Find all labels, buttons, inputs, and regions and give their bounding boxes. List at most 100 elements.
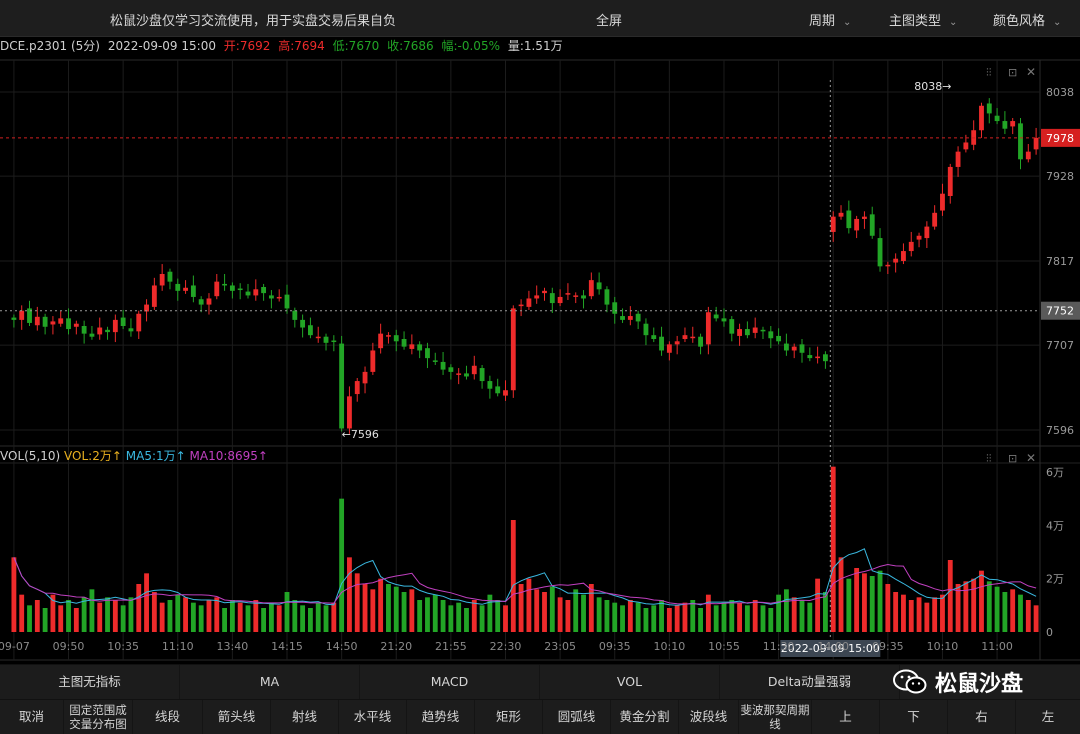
volume-bar — [503, 605, 508, 632]
tool-fib-cycle-button[interactable]: 斐波那契周期线 — [739, 700, 812, 734]
volume-bar — [893, 592, 899, 632]
indicator-delta-button[interactable]: Delta动量强弱 — [720, 665, 900, 699]
volume-bar — [284, 592, 290, 632]
drawing-toolbar: 取消 固定范围成交量分布图 线段 箭头线 射线 水平线 趋势线 矩形 圆弧线 黄… — [0, 699, 1080, 734]
volume-bar — [901, 594, 906, 632]
candle-body — [1025, 151, 1031, 160]
volume-bar — [66, 600, 71, 632]
candle-body — [955, 151, 961, 167]
time-tick-label: 22:30 — [490, 640, 522, 653]
volume-bar — [144, 573, 149, 632]
time-tick-label: 14:15 — [271, 640, 303, 653]
wechat-icon — [893, 669, 927, 694]
candle-body — [362, 371, 368, 384]
tool-volume-profile-button[interactable]: 固定范围成交量分布图 — [64, 700, 133, 734]
volume-bar — [659, 600, 664, 632]
panel-controls[interactable]: ⫶⫶ ⊡ ✕ — [986, 65, 1036, 79]
volume-bar — [128, 597, 134, 632]
candle-body — [932, 212, 938, 227]
candle-body — [401, 339, 407, 347]
chart-overlays: 8038→←7596797877522022-09-09 15:00⫶⫶ ⊡ ✕⫶⫶… — [0, 65, 1080, 660]
volume-bar — [464, 608, 469, 632]
volume-bar — [698, 608, 703, 632]
volume-bar — [1025, 600, 1031, 632]
nav-up-button[interactable]: 上 — [812, 700, 880, 734]
volume-bar — [573, 589, 579, 632]
price-tick-label: 8038 — [1046, 86, 1074, 99]
volume-bar — [198, 605, 204, 632]
volume-bar — [565, 600, 571, 632]
volume-bar — [635, 602, 641, 632]
tool-ray-button[interactable]: 射线 — [271, 700, 339, 734]
candle-body — [245, 291, 251, 296]
time-tick-label: 09:35 — [872, 640, 904, 653]
candle-body — [940, 193, 945, 211]
nav-right-button[interactable]: 右 — [948, 700, 1016, 734]
indicator-none-button[interactable]: 主图无指标 — [0, 665, 180, 699]
volume-bar — [815, 578, 821, 632]
volume-bar — [791, 597, 797, 632]
tool-wave-button[interactable]: 波段线 — [679, 700, 739, 734]
time-tick-label: 14:00 — [817, 640, 849, 653]
candle-body — [237, 288, 243, 291]
volume-bar — [627, 600, 633, 632]
candle-body — [666, 344, 672, 353]
candle-body — [136, 313, 142, 332]
tool-cancel-button[interactable]: 取消 — [0, 700, 64, 734]
candle-body — [112, 319, 118, 333]
volume-bar — [846, 578, 852, 632]
indicator-macd-button[interactable]: MACD — [360, 665, 540, 699]
candle-body — [549, 293, 555, 304]
vol-ma5-line — [13, 548, 1037, 606]
vol-indicator-name: VOL(5,10) — [0, 449, 61, 463]
volume-bar — [339, 498, 345, 632]
tool-arc-button[interactable]: 圆弧线 — [543, 700, 611, 734]
volume-bar — [307, 608, 313, 632]
time-tick-label: 09-07 — [0, 640, 30, 653]
candle-body — [573, 295, 579, 297]
volume-bar — [214, 597, 220, 632]
candle-body — [901, 251, 906, 261]
candle-body — [479, 368, 485, 382]
nav-left-button[interactable]: 左 — [1016, 700, 1080, 734]
candle-body — [862, 216, 867, 219]
volume-bar — [869, 576, 875, 632]
indicator-ma-button[interactable]: MA — [180, 665, 360, 699]
volume-bar — [830, 466, 836, 632]
candle-body — [682, 335, 688, 339]
candle-body — [159, 274, 165, 286]
candle-body — [760, 329, 766, 332]
candle-body — [526, 298, 532, 307]
volume-bar — [183, 597, 188, 632]
volume-bar — [159, 602, 165, 632]
watermark: 松鼠沙盘 — [893, 666, 1023, 698]
candle-body — [354, 381, 360, 395]
volume-bar — [34, 600, 40, 632]
time-tick-label: 10:10 — [927, 640, 959, 653]
candle-body — [698, 336, 703, 347]
tool-hline-button[interactable]: 水平线 — [339, 700, 407, 734]
volume-bar — [557, 597, 563, 632]
tool-arrow-button[interactable]: 箭头线 — [203, 700, 271, 734]
time-tick-label: 14:50 — [326, 640, 358, 653]
candlestick-chart[interactable]: 8038→←7596797877522022-09-09 15:00⫶⫶ ⊡ ✕⫶⫶… — [0, 0, 1080, 664]
indicator-vol-button[interactable]: VOL — [540, 665, 720, 699]
volume-bar — [261, 608, 267, 632]
candle-body — [300, 319, 306, 328]
tool-trendline-button[interactable]: 趋势线 — [407, 700, 475, 734]
tool-rect-button[interactable]: 矩形 — [475, 700, 543, 734]
tool-segment-button[interactable]: 线段 — [133, 700, 203, 734]
nav-down-button[interactable]: 下 — [880, 700, 948, 734]
candle-body — [542, 290, 547, 294]
volume-bar — [323, 605, 329, 632]
time-tick-label: 11:30 — [763, 640, 795, 653]
volume-bar — [19, 594, 25, 632]
volume-bar — [705, 594, 711, 632]
candle-body — [893, 258, 899, 263]
candle-body — [315, 336, 321, 339]
candle-body — [822, 354, 828, 362]
candle-body — [721, 318, 727, 322]
candle-body — [42, 316, 48, 327]
volume-bar — [908, 600, 914, 632]
tool-fib-button[interactable]: 黄金分割 — [611, 700, 679, 734]
